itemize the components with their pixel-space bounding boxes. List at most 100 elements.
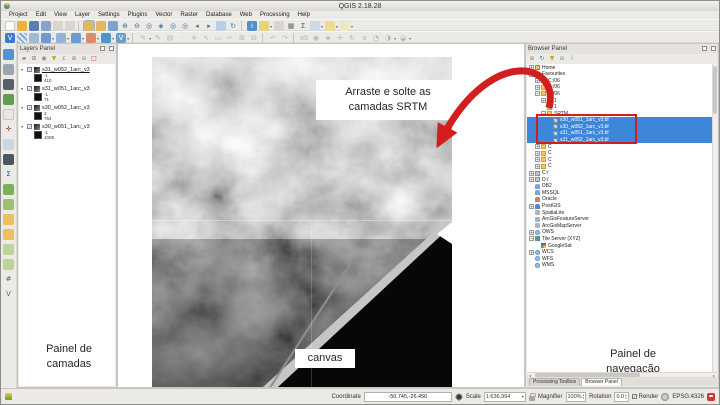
add-vector-layer-icon[interactable]: V <box>5 33 15 43</box>
move-label-icon[interactable]: ✛ <box>335 33 345 43</box>
float-panel-icon[interactable] <box>100 46 105 51</box>
plugin-vector-tools-icon[interactable]: V <box>3 289 14 300</box>
save-project-as-icon[interactable] <box>41 21 51 31</box>
filter-by-expression-icon[interactable]: ε <box>60 55 68 63</box>
messages-icon[interactable] <box>707 393 715 401</box>
pan-to-selection-icon[interactable] <box>108 21 118 31</box>
vertical-scrollbar[interactable] <box>712 64 717 372</box>
expander-icon[interactable]: + <box>535 157 540 162</box>
expander-icon[interactable]: + <box>535 78 540 83</box>
browser-item-c[interactable]: +C:/ <box>527 170 717 177</box>
scale-combo[interactable]: 1:636,994 ▾ <box>484 392 526 402</box>
expander-icon[interactable]: − <box>529 236 534 241</box>
add-mssql-layer-icon[interactable]: ▾ <box>71 33 84 43</box>
highlight-labels-icon[interactable]: ◈ <box>323 33 333 43</box>
browser-item-c[interactable]: +C <box>527 143 717 150</box>
deselect-features-icon[interactable] <box>274 21 284 31</box>
layer-name[interactable]: s30_w052_1arc_v3 <box>42 105 90 111</box>
zoom-next-icon[interactable]: ▸ <box>204 21 214 31</box>
plugin-blank-icon[interactable] <box>3 109 14 120</box>
browser-item-srtm[interactable]: −SRTM <box>527 110 717 117</box>
layer-item-s31-w051-1arc-v3[interactable]: ▾✓s31_w051_1arc_v3-171 <box>21 85 115 102</box>
delete-selected-icon[interactable]: ▭ <box>213 33 223 43</box>
pin-labels-icon[interactable]: ◉ <box>311 33 321 43</box>
touch-zoom-and-pan-icon[interactable] <box>84 21 94 31</box>
spinner-arrows-icon[interactable]: ▴▾ <box>625 394 627 400</box>
expander-icon[interactable]: − <box>529 72 534 77</box>
plugin-coordinate-capture-icon[interactable]: ✛ <box>3 124 14 135</box>
browser-item-favourites[interactable]: −Favourites <box>527 71 717 78</box>
zoom-in-icon[interactable]: ⊕ <box>120 21 130 31</box>
browser-item-home[interactable]: +Home <box>527 64 717 71</box>
save-layer-edits-icon[interactable]: ▤ <box>165 33 175 43</box>
add-oracle-layer-icon[interactable]: ▾ <box>86 33 99 43</box>
expander-icon[interactable]: + <box>529 204 534 209</box>
browser-item-c[interactable]: +C <box>527 156 717 163</box>
browser-item-s31-w052-1arc-v3-tif[interactable]: s31_w052_1arc_v3.tif <box>527 137 717 144</box>
paste-features-icon[interactable]: ⊟ <box>249 33 259 43</box>
status-start-icon[interactable] <box>5 393 12 400</box>
add-feature-icon[interactable]: ◦ <box>177 33 187 43</box>
layer-visibility-checkbox[interactable]: ✓ <box>27 86 32 91</box>
spinner-arrows-icon[interactable]: ▴▾ <box>583 394 585 400</box>
browser-item-postgis[interactable]: +PostGIS <box>527 202 717 209</box>
plugin-compass-icon[interactable] <box>3 49 14 60</box>
browser-item-arcgisfeatureserver[interactable]: ArcGisFeatureServer <box>527 216 717 223</box>
expander-icon[interactable]: + <box>541 98 546 103</box>
manage-map-themes-icon[interactable]: ◉ <box>40 55 48 63</box>
zoom-native-icon[interactable]: ◎ <box>144 21 154 31</box>
browser-item-oracle[interactable]: Oracle <box>527 196 717 203</box>
copy-features-icon[interactable]: ⊞ <box>237 33 247 43</box>
tab-processing-toolbox[interactable]: Processing Toolbox <box>529 378 580 386</box>
layer-visibility-checkbox[interactable]: ✓ <box>27 105 32 110</box>
layer-visibility-checkbox[interactable]: ✓ <box>27 67 32 72</box>
title-bar[interactable]: QGIS 2.18.28 <box>1 1 719 11</box>
expander-icon[interactable]: ▾ <box>21 124 25 129</box>
browser-item-tile-server-xyz[interactable]: −Tile Server (XYZ) <box>527 235 717 242</box>
refresh-browser-icon[interactable]: ↻ <box>538 55 546 63</box>
composer-manager-icon[interactable] <box>65 21 75 31</box>
browser-item-s30-w052-1arc-v3-tif[interactable]: s30_w052_1arc_v3.tif <box>527 123 717 130</box>
layer-styling-icon[interactable]: ◑▾ <box>383 33 396 43</box>
plugin-select-tool-icon[interactable] <box>3 139 14 150</box>
map-themes-icon[interactable]: ◒▾ <box>398 33 411 43</box>
menu-raster[interactable]: Raster <box>176 11 202 19</box>
expander-icon[interactable]: + <box>529 65 534 70</box>
redo-icon[interactable]: ↷ <box>280 33 290 43</box>
new-map-view-icon[interactable] <box>216 21 226 31</box>
rotate-label-icon[interactable]: ↻ <box>347 33 357 43</box>
toggle-editing-icon[interactable]: ✎ <box>153 33 163 43</box>
expander-icon[interactable]: + <box>529 171 534 176</box>
browser-item-googlesat[interactable]: GoogleSat <box>527 242 717 249</box>
select-features-icon[interactable]: ▾ <box>259 21 272 31</box>
plugin-screenshot-icon[interactable] <box>3 79 14 90</box>
add-delimited-text-layer-icon[interactable] <box>29 33 39 43</box>
crs-status-icon[interactable] <box>661 393 669 401</box>
plugin-statistics-icon[interactable]: Σ <box>3 169 14 180</box>
float-panel-icon[interactable] <box>702 46 707 51</box>
browser-item-s30-w051-1arc-v3-tif[interactable]: s30_w051_1arc_v3.tif <box>527 117 717 124</box>
browser-item-wcs[interactable]: +WCS <box>527 249 717 256</box>
plugin-gps-icon[interactable] <box>3 64 14 75</box>
map-canvas[interactable]: Arraste e solte as camadas SRTM canvas <box>117 43 525 388</box>
expander-icon[interactable]: ▾ <box>21 86 25 91</box>
menu-processing[interactable]: Processing <box>256 11 294 19</box>
plugin-folder-new-icon[interactable] <box>3 214 14 225</box>
add-group-icon[interactable]: ⊞ <box>30 55 38 63</box>
menu-view[interactable]: View <box>50 11 71 19</box>
node-tool-icon[interactable]: ∿ <box>201 33 211 43</box>
browser-item-1[interactable]: +1 <box>527 97 717 104</box>
move-feature-icon[interactable]: ✛ <box>189 33 199 43</box>
add-selected-layers-icon[interactable]: ⊕ <box>528 55 536 63</box>
enable-properties-widget-icon[interactable]: i <box>568 55 576 63</box>
add-spatialite-layer-icon[interactable]: ▾ <box>56 33 69 43</box>
filter-browser-icon[interactable]: ▼ <box>548 55 556 63</box>
browser-item-wms[interactable]: WMS <box>527 262 717 269</box>
label-settings-icon[interactable]: ab <box>299 33 309 43</box>
magnifier-spinner[interactable]: 100% ▴▾ <box>566 392 587 402</box>
current-edits-icon[interactable]: ✎▾ <box>138 33 151 43</box>
expander-icon[interactable]: + <box>535 164 540 169</box>
layer-item-s30-w052-1arc-v3[interactable]: ▾✓s30_w052_1arc_v32764 <box>21 104 115 121</box>
plugin-terrain-icon[interactable] <box>3 94 14 105</box>
plugin-pages-2-icon[interactable] <box>3 259 14 270</box>
